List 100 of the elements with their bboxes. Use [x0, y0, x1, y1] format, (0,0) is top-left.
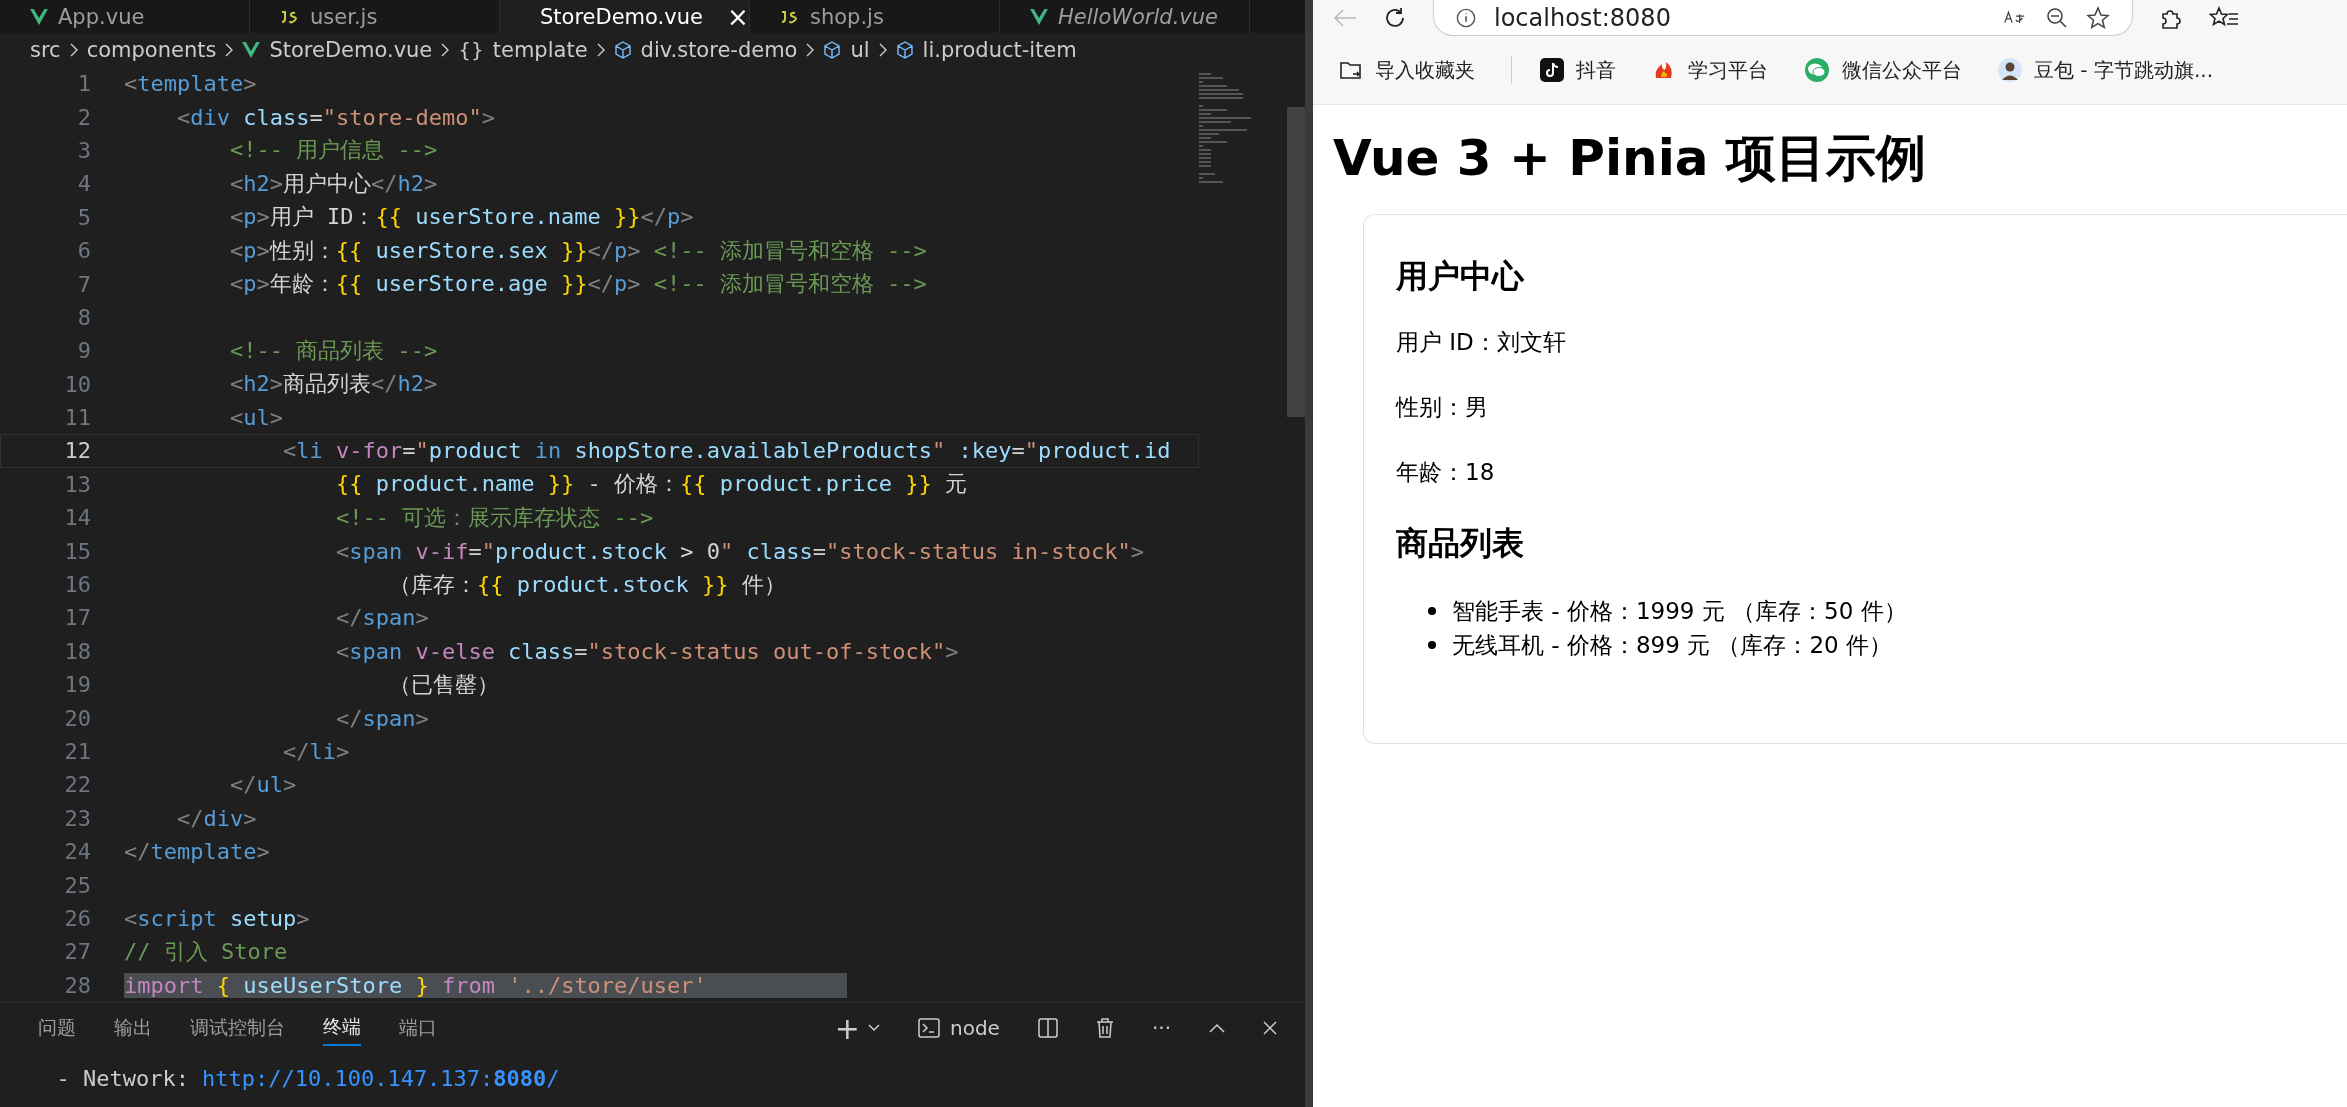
product-item: 无线耳机 - 价格：899 元 （库存：20 件）	[1452, 631, 1893, 660]
line-number: 25	[63, 872, 91, 898]
line-number: 1	[76, 71, 91, 97]
bookmark[interactable]: 抖音	[1576, 56, 1616, 84]
line-number: 21	[63, 739, 91, 764]
music-note-icon[interactable]	[1540, 58, 1564, 82]
line-number: 22	[63, 772, 91, 798]
panel-tab[interactable]: 端口	[399, 1011, 437, 1045]
line-number: 23	[63, 805, 91, 831]
chevron-icon	[806, 43, 815, 57]
section-heading: 商品列表	[1396, 523, 1525, 564]
code-line: <span v-if="product.stock > 0" class="stock-status in-stock">	[334, 538, 1144, 564]
code-line: </li>	[281, 739, 350, 764]
code-line: <div class="store-demo">	[175, 104, 495, 130]
terminal-icon[interactable]	[918, 1018, 940, 1038]
vue-file-icon	[30, 8, 48, 25]
line-number: 7	[76, 271, 91, 297]
code-line: （已售罄）	[387, 670, 499, 699]
breadcrumb-item[interactable]: StoreDemo.vue	[269, 38, 433, 62]
close-icon[interactable]	[1263, 1021, 1277, 1035]
trash-icon[interactable]	[1095, 1018, 1114, 1038]
chat-bubbles-icon[interactable]	[1804, 58, 1830, 82]
code-line: <ul>	[228, 405, 283, 431]
breadcrumb-item[interactable]: components	[86, 38, 217, 62]
code-line: <!-- 用户信息 -->	[228, 136, 438, 165]
bookmark[interactable]: 豆包 - 字节跳动旗...	[2034, 56, 2213, 84]
cube-icon	[895, 41, 914, 59]
line-number: 3	[76, 137, 91, 163]
code-line: </span>	[334, 605, 429, 631]
line-number: 19	[63, 672, 91, 698]
line-number: 14	[63, 505, 91, 531]
bookmark[interactable]: 学习平台	[1688, 56, 1768, 84]
breadcrumb-item[interactable]: template	[492, 38, 588, 62]
caret-icon[interactable]	[868, 1024, 880, 1032]
editor-tab[interactable]: shop.js	[750, 0, 1000, 33]
code-line: <!-- 商品列表 -->	[228, 336, 438, 365]
page-title: Vue 3 + Pinia 项目示例	[1333, 128, 1927, 189]
refresh-icon[interactable]	[1383, 6, 1407, 30]
line-number: 10	[63, 371, 91, 397]
user-info-text: 年龄：18	[1396, 458, 1496, 487]
chevron-icon	[878, 43, 887, 57]
code-line: <p>用户 ID：{{ userStore.name }}</p>	[228, 203, 694, 232]
add-terminal-icon[interactable]: +	[834, 1010, 860, 1046]
bullet-icon	[1428, 641, 1436, 649]
bookmark[interactable]: 微信公众平台	[1842, 56, 1962, 84]
panel-tab[interactable]: 调试控制台	[190, 1011, 285, 1045]
code-line: </ul>	[228, 772, 297, 798]
panel-tab[interactable]: 问题	[38, 1011, 76, 1045]
section-heading: 用户中心	[1396, 256, 1525, 297]
line-number: 4	[76, 171, 91, 197]
code-line: </span>	[334, 705, 429, 731]
code-line: <template>	[124, 71, 257, 97]
editor-tab[interactable]: StoreDemo.vue ×	[500, 0, 750, 33]
panel-tab[interactable]: 输出	[114, 1011, 152, 1045]
line-number: 9	[76, 338, 91, 364]
bookmark[interactable]: 导入收藏夹	[1375, 56, 1475, 84]
code-line: <!-- 可选：展示库存状态 -->	[334, 503, 654, 532]
code-line: // 引入 Store	[124, 937, 288, 966]
terminal-link[interactable]: http://10.100.147.137:8080/	[201, 1066, 560, 1091]
code-line: </div>	[175, 805, 257, 831]
breadcrumb-item[interactable]: div.store-demo	[640, 38, 798, 62]
js-file-icon	[780, 9, 800, 24]
more-icon[interactable]: ···	[1151, 1016, 1171, 1040]
avatar-icon[interactable]	[1998, 58, 2022, 82]
chevron-icon	[69, 43, 78, 57]
folder-icon[interactable]	[1339, 59, 1363, 81]
zoom-out-icon[interactable]	[2046, 6, 2068, 29]
js-file-icon	[280, 9, 300, 24]
maximize-icon[interactable]	[1209, 1023, 1225, 1033]
line-number: 5	[76, 204, 91, 230]
user-info-text: 用户 ID：刘文轩	[1396, 328, 1567, 357]
breadcrumb-item[interactable]: src	[30, 38, 61, 62]
chevron-icon	[441, 43, 450, 57]
code-line: <span v-else class="stock-status out-of-stock">	[334, 638, 959, 664]
line-number: 17	[63, 605, 91, 631]
code-line: </template>	[124, 839, 270, 865]
bullet-icon	[1428, 607, 1436, 615]
terminal-selector[interactable]: node	[950, 1016, 1000, 1040]
editor-tab[interactable]: App.vue	[0, 0, 250, 33]
line-number: 8	[76, 304, 91, 330]
cube-icon	[613, 41, 632, 59]
info-icon[interactable]	[1456, 7, 1476, 28]
vue-file-icon	[1030, 8, 1048, 25]
code-line: <script setup>	[124, 905, 310, 931]
close-icon[interactable]: ×	[726, 1, 749, 32]
line-number: 2	[76, 104, 91, 130]
star-icon[interactable]	[2086, 5, 2110, 30]
line-number: 24	[63, 839, 91, 865]
breadcrumb-item[interactable]: li.product-item	[922, 38, 1077, 62]
line-number: 20	[63, 705, 91, 731]
panel-tab[interactable]: 终端	[323, 1010, 361, 1046]
split-icon[interactable]	[1037, 1018, 1058, 1038]
code-line: <h2>用户中心</h2>	[228, 169, 438, 198]
code-line: （库存：{{ product.stock }} 件）	[387, 570, 786, 599]
line-number: 13	[63, 471, 91, 497]
terminal-text: - Network:	[55, 1066, 189, 1091]
editor-tab[interactable]: HelloWorld.vue	[1000, 0, 1250, 33]
breadcrumb-item[interactable]: ul	[850, 38, 870, 62]
chevron-icon	[596, 43, 605, 57]
address-bar[interactable]: localhost:8080	[1433, 0, 2133, 36]
